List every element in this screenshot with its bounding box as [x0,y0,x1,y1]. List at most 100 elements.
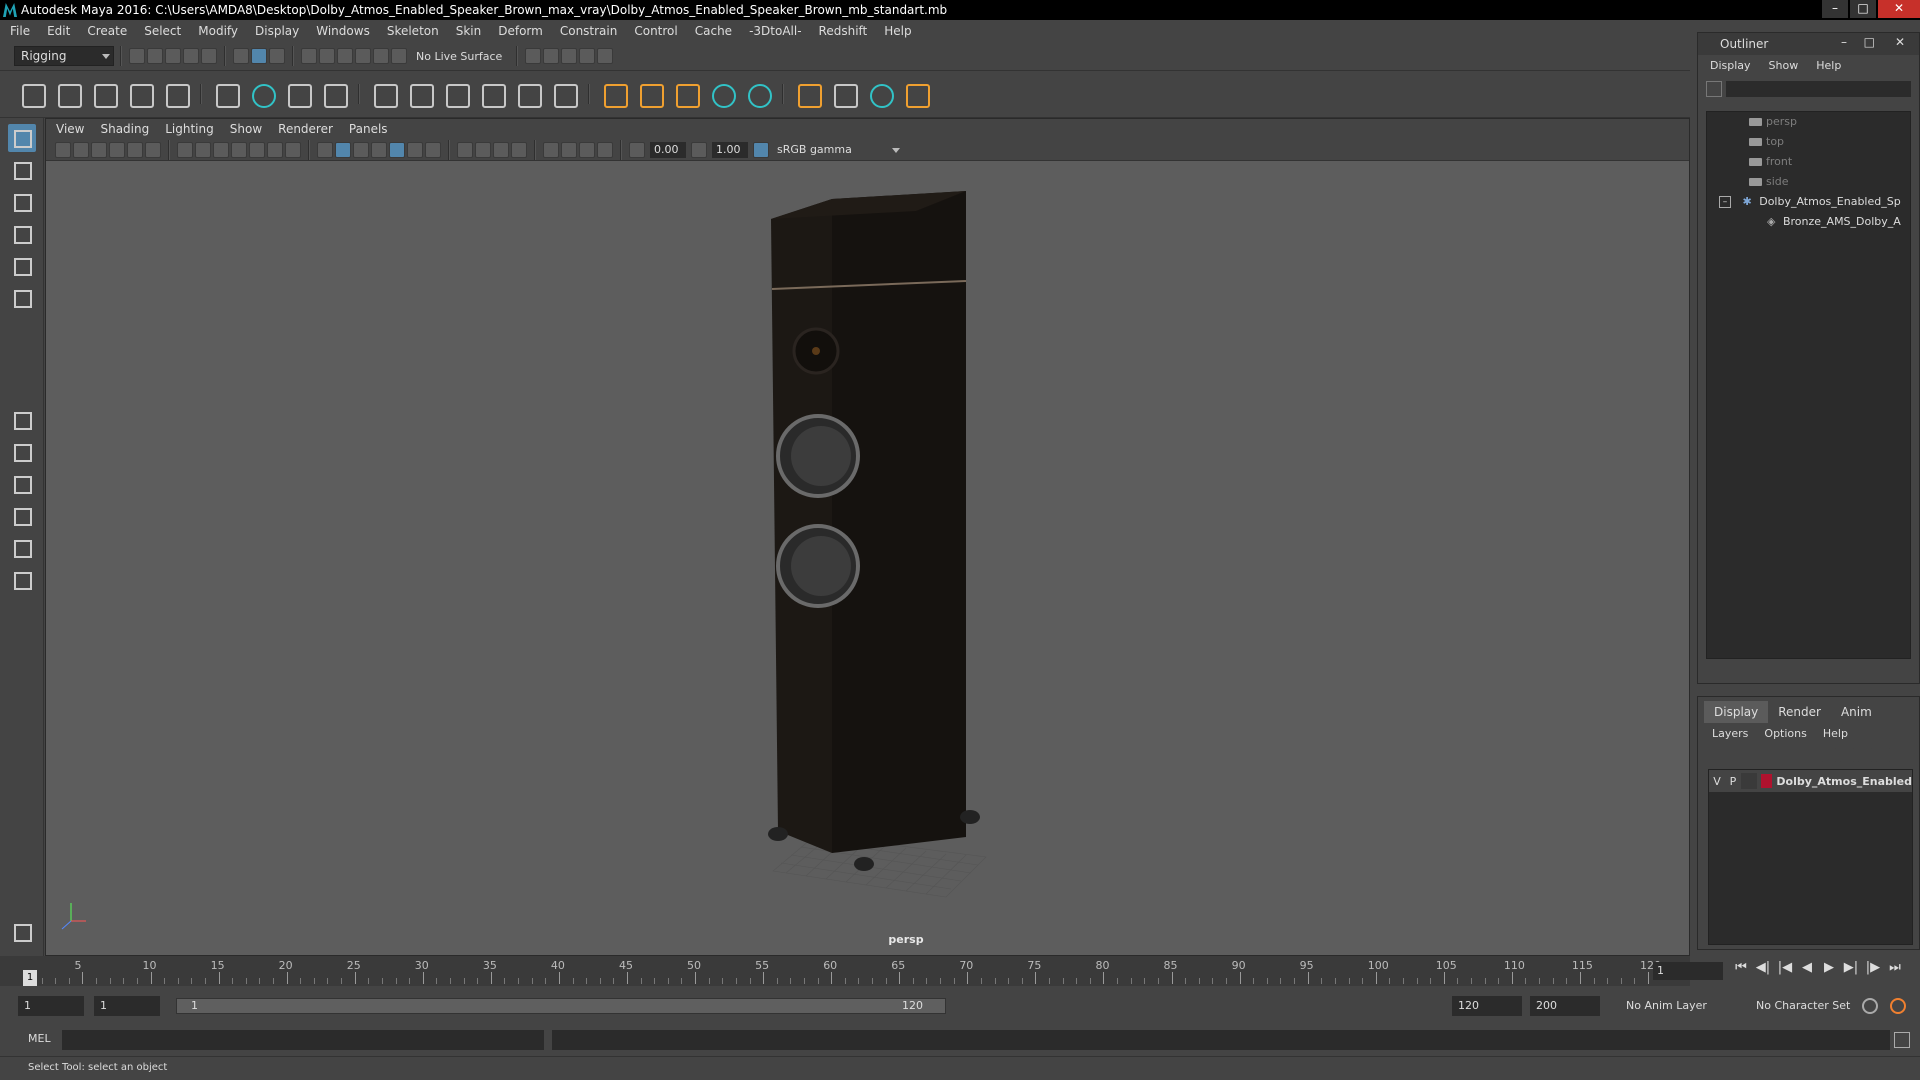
rotate-tool-icon[interactable] [8,252,36,280]
step-forward-frame-icon[interactable]: |▶ [1862,960,1884,982]
new-layer-selected-icon[interactable] [1875,747,1891,763]
snap-live-icon[interactable] [391,48,407,64]
speaker-model[interactable] [768,191,980,871]
menu-deform[interactable]: Deform [498,24,543,38]
minimize-button[interactable]: – [1822,0,1848,18]
screen-space-ao-icon[interactable] [457,141,473,158]
panel-menu-lighting[interactable]: Lighting [165,122,214,136]
layer-color-swatch[interactable] [1760,774,1773,788]
image-plane-icon[interactable] [109,141,125,158]
joint-tool-icon[interactable] [19,81,46,108]
quick-rig-icon[interactable] [831,81,858,108]
two-pane-side-layout-icon[interactable] [8,470,36,498]
motion-blur-icon[interactable] [475,141,491,158]
hypershade-icon[interactable] [597,48,614,64]
point-constraint-icon[interactable] [407,81,434,108]
menu-redshift[interactable]: Redshift [819,24,868,38]
ipr-render-icon[interactable] [561,48,578,64]
menu-windows[interactable]: Windows [316,24,370,38]
go-to-start-icon[interactable]: ⏮ [1730,960,1752,982]
layer-menu-layers[interactable]: Layers [1712,727,1748,740]
menu-set-dropdown[interactable]: Rigging [14,46,114,66]
outliner-menu-show[interactable]: Show [1769,59,1799,72]
isolate-select-icon[interactable] [543,141,559,158]
paint-weights-icon[interactable] [249,81,276,108]
group-icon[interactable] [637,81,664,108]
layer-playback-toggle[interactable]: P [1725,775,1741,788]
select-component-icon[interactable] [269,48,285,64]
snap-curve-icon[interactable] [319,48,335,64]
smooth-shade-icon[interactable] [335,141,351,158]
safe-action-icon[interactable] [267,141,283,158]
mirror-joint-icon[interactable] [163,81,190,108]
outliner-persp-layout-icon[interactable] [8,534,36,562]
play-backwards-icon[interactable]: ◀ [1796,960,1818,982]
aim-constraint-icon[interactable] [515,81,542,108]
outliner-close-button[interactable]: ✕ [1895,35,1905,49]
menu-file[interactable]: File [10,24,30,38]
cluster-icon[interactable] [321,81,348,108]
scale-constraint-icon[interactable] [479,81,506,108]
gamma-icon[interactable] [691,141,707,158]
exposure-icon[interactable] [629,141,645,158]
xray-icon[interactable] [561,141,577,158]
time-ruler[interactable]: 5 10 15 20 25 30 35 40 45 50 55 60 65 70 75 80 85 90 95 100… [28,956,1661,986]
lasso-tool-icon[interactable] [8,156,36,184]
start-time-field[interactable]: 1 [18,996,84,1016]
render-view-icon[interactable] [525,48,542,64]
script-editor-icon[interactable] [1894,1032,1910,1048]
move-tool-icon[interactable] [8,220,36,248]
shadows-icon[interactable] [425,141,441,158]
menu-help[interactable]: Help [884,24,911,38]
select-hierarchy-icon[interactable] [233,48,249,64]
snap-grid-icon[interactable] [301,48,317,64]
graph-persp-layout-icon[interactable] [8,566,36,594]
use-all-lights-icon[interactable] [407,141,423,158]
auto-key-icon[interactable] [1862,998,1878,1014]
panel-menu-renderer[interactable]: Renderer [278,122,333,136]
layer-row[interactable]: V P Dolby_Atmos_Enabled [1709,770,1912,792]
lattice-icon[interactable] [285,81,312,108]
snap-point-icon[interactable] [337,48,353,64]
panel-menu-view[interactable]: View [56,122,84,136]
outliner-item-persp[interactable]: persp [1707,112,1910,132]
menu-3dtoall[interactable]: -3DtoAll- [749,24,801,38]
step-back-key-icon[interactable]: |◀ [1774,960,1796,982]
maximize-button[interactable]: □ [1850,0,1876,18]
outliner-item-front[interactable]: front [1707,152,1910,172]
orient-constraint-icon[interactable] [443,81,470,108]
color-management-icon[interactable] [753,141,769,158]
depth-of-field-icon[interactable] [511,141,527,158]
playback-end-field[interactable]: 120 [1452,996,1522,1016]
textured-icon[interactable] [389,141,405,158]
layer-visibility-toggle[interactable]: V [1709,775,1725,788]
panel-menu-show[interactable]: Show [230,122,262,136]
range-slider[interactable]: 1 120 [176,998,946,1014]
ik-spline-icon[interactable] [91,81,118,108]
undo-icon[interactable] [183,48,199,64]
ik-handle-icon[interactable] [55,81,82,108]
view-transform-dropdown[interactable]: sRGB gamma [770,141,904,158]
command-input[interactable] [62,1030,544,1050]
tab-render[interactable]: Render [1768,701,1831,723]
scale-tool-icon[interactable] [8,284,36,312]
snap-view-plane-icon[interactable] [355,48,371,64]
layer-display-type[interactable] [1740,773,1757,789]
camera-select-icon[interactable] [55,141,71,158]
play-forwards-icon[interactable]: ▶ [1818,960,1840,982]
save-scene-icon[interactable] [165,48,181,64]
anim-layer-dropdown[interactable]: No Anim Layer [1626,996,1707,1016]
outliner-item-dolby-group[interactable]: – ✱ Dolby_Atmos_Enabled_Sp [1707,192,1910,212]
panel-menu-shading[interactable]: Shading [100,122,149,136]
film-gate-icon[interactable] [195,141,211,158]
exposure-field[interactable]: 0.00 [650,141,686,158]
resolution-gate-icon[interactable] [213,141,229,158]
gamma-field[interactable]: 1.00 [712,141,748,158]
single-pane-layout-icon[interactable] [8,406,36,434]
menu-constrain[interactable]: Constrain [560,24,618,38]
hik-icon[interactable] [867,81,894,108]
move-layer-down-icon[interactable] [1839,747,1855,763]
step-back-frame-icon[interactable]: ◀| [1752,960,1774,982]
menu-skin[interactable]: Skin [456,24,482,38]
go-to-end-icon[interactable]: ⏭ [1884,960,1906,982]
